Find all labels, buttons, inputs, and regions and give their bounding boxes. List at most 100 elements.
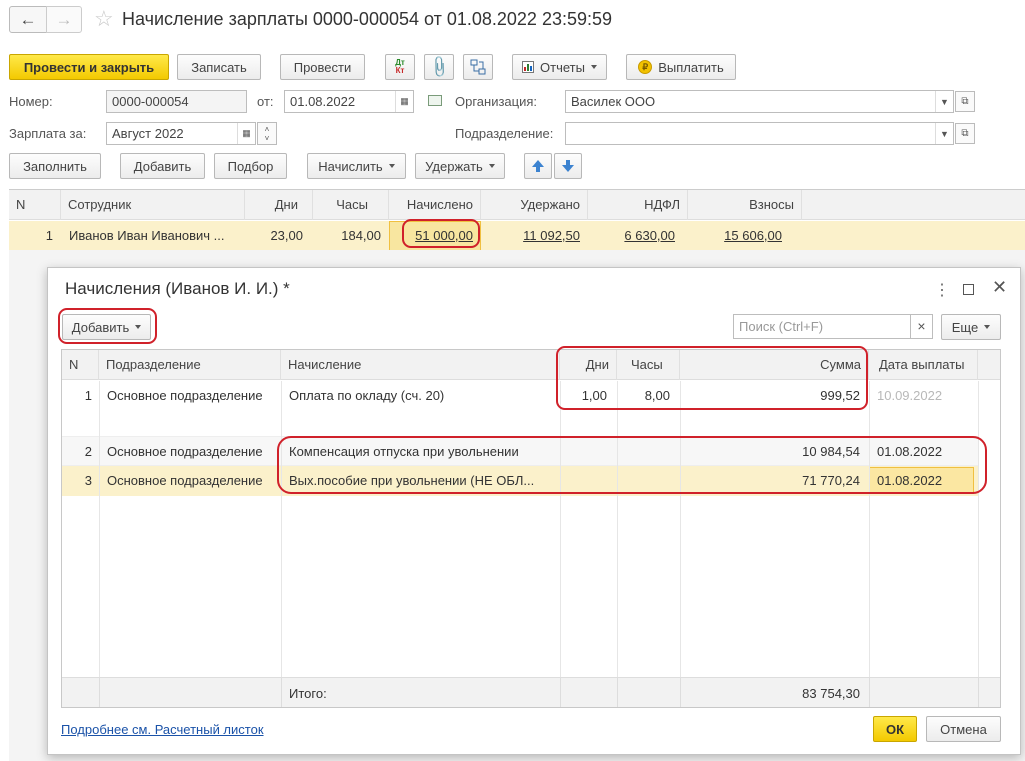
- date-from-label: от:: [257, 94, 274, 109]
- row-paydate: 01.08.2022: [877, 473, 943, 488]
- pick-button[interactable]: Подбор: [214, 153, 287, 179]
- col-days-header: Дни: [245, 190, 313, 220]
- period-stepper[interactable]: ˄ ˅: [257, 122, 277, 145]
- row-contrib-link[interactable]: 15 606,00: [688, 228, 782, 243]
- department-label: Подразделение:: [455, 126, 554, 141]
- ok-button[interactable]: ОК: [873, 716, 917, 742]
- dropdown-caret-icon: [488, 164, 495, 168]
- dropdown-caret-icon: [590, 65, 597, 69]
- stepper-up-icon[interactable]: ˄: [265, 125, 270, 134]
- dropdown-arrow-icon[interactable]: ▼: [935, 123, 953, 144]
- open-department-button[interactable]: ⧉: [955, 123, 975, 144]
- dt-kt-icon: Дт Кт: [395, 58, 405, 75]
- row-hours: 8,00: [644, 388, 670, 403]
- dropdown-caret-icon: [388, 164, 395, 168]
- number-field[interactable]: 0000-000054: [106, 90, 247, 113]
- row-n: 3: [84, 473, 92, 488]
- table-row[interactable]: 3 Основное подразделение Вых.пособие при…: [62, 466, 978, 496]
- structure-button[interactable]: [463, 54, 493, 80]
- open-organization-button[interactable]: ⧉: [955, 91, 975, 112]
- col-separator: [978, 678, 979, 707]
- calendar-icon[interactable]: ▦: [237, 123, 255, 144]
- post-button[interactable]: Провести: [280, 54, 365, 80]
- table-row[interactable]: 2 Основное подразделение Компенсация отп…: [62, 437, 978, 466]
- salary-period-field[interactable]: Август 2022 ▦: [106, 122, 256, 145]
- arrow-right-icon: →: [55, 9, 73, 29]
- pay-button[interactable]: ₽ Выплатить: [626, 54, 736, 80]
- row-accrued-link[interactable]: 51 000,00: [389, 228, 473, 243]
- row-sum: 10 984,54: [802, 444, 860, 459]
- move-down-button[interactable]: [554, 153, 582, 179]
- row-days: 23,00: [270, 228, 303, 243]
- row-department: Основное подразделение: [107, 473, 263, 488]
- col-separator: [680, 381, 681, 677]
- col-employee-header: Сотрудник: [61, 190, 245, 220]
- department-field[interactable]: ▼: [565, 122, 954, 145]
- accrue-button[interactable]: Начислить: [307, 153, 406, 179]
- salary-for-label: Зарплата за:: [9, 126, 87, 141]
- close-icon[interactable]: ✕: [992, 277, 1007, 298]
- row-employee: Иванов Иван Иванович ...: [69, 228, 225, 243]
- document-status-icon: [428, 95, 442, 106]
- col-sum-header: Сумма: [680, 350, 869, 380]
- employees-table: N Сотрудник Дни Часы Начислено Удержано …: [9, 189, 1025, 259]
- row-accrual: Компенсация отпуска при увольнении: [289, 444, 519, 459]
- dropdown-caret-icon: [135, 325, 142, 329]
- search-input[interactable]: Поиск (Ctrl+F): [733, 314, 911, 339]
- col-hours-header: Часы: [313, 190, 389, 220]
- table-header: N Сотрудник Дни Часы Начислено Удержано …: [9, 190, 1025, 220]
- maximize-icon[interactable]: [963, 284, 974, 295]
- back-button[interactable]: ←: [9, 6, 47, 33]
- withhold-button[interactable]: Удержать: [415, 153, 505, 179]
- search-clear-button[interactable]: ×: [910, 314, 933, 339]
- total-label: Итого:: [289, 686, 327, 701]
- arrow-up-icon: [532, 160, 544, 172]
- reports-button[interactable]: Отчеты: [512, 54, 607, 80]
- save-button[interactable]: Записать: [177, 54, 261, 80]
- organization-label: Организация:: [455, 94, 538, 109]
- dialog-title: Начисления (Иванов И. И.) *: [65, 279, 290, 298]
- post-and-close-button[interactable]: Провести и закрыть: [9, 54, 169, 80]
- row-department: Основное подразделение: [107, 444, 263, 459]
- dt-kt-button[interactable]: Дт Кт: [385, 54, 415, 80]
- add-button[interactable]: Добавить: [120, 153, 205, 179]
- row-ndfl-link[interactable]: 6 630,00: [588, 228, 675, 243]
- favorite-star-icon[interactable]: ☆: [94, 7, 114, 31]
- fill-button[interactable]: Заполнить: [9, 153, 101, 179]
- accruals-dialog: Начисления (Иванов И. И.) * ⋮ ✕ Добавить…: [47, 267, 1021, 755]
- organization-field[interactable]: Василек ООО ▼: [565, 90, 954, 113]
- row-accrual: Оплата по окладу (сч. 20): [289, 388, 445, 403]
- dialog-add-button[interactable]: Добавить: [62, 314, 151, 340]
- attach-button[interactable]: 📎: [424, 54, 454, 80]
- row-sum: 71 770,24: [802, 473, 860, 488]
- more-actions-icon[interactable]: ⋮: [934, 280, 950, 300]
- totals-row: Итого: 83 754,30: [62, 677, 1000, 707]
- arrow-left-icon: ←: [19, 9, 37, 29]
- dropdown-arrow-icon[interactable]: ▼: [935, 91, 953, 112]
- row-sum: 999,52: [820, 388, 860, 403]
- row-n: 2: [84, 444, 92, 459]
- number-label: Номер:: [9, 94, 53, 109]
- date-field[interactable]: 01.08.2022 ▦: [284, 90, 414, 113]
- table-row[interactable]: 1 Основное подразделение Оплата по оклад…: [62, 381, 978, 437]
- stepper-down-icon[interactable]: ˅: [265, 134, 270, 143]
- payslip-link[interactable]: Подробнее см. Расчетный листок: [61, 722, 264, 737]
- calendar-icon[interactable]: ▦: [395, 91, 413, 112]
- col-department-header: Подразделение: [99, 350, 281, 380]
- col-separator: [99, 381, 100, 677]
- row-days: 1,00: [581, 388, 607, 403]
- move-up-button[interactable]: [524, 153, 552, 179]
- col-paydate-header: Дата выплаты: [869, 350, 978, 380]
- row-n: 1: [45, 228, 53, 243]
- table-row[interactable]: 1 Иванов Иван Иванович ... 23,00 184,00 …: [9, 221, 1025, 251]
- forward-button[interactable]: →: [46, 6, 82, 33]
- col-ndfl-header: НДФЛ: [588, 190, 688, 220]
- cancel-button[interactable]: Отмена: [926, 716, 1001, 742]
- row-department: Основное подразделение: [107, 388, 263, 403]
- col-scroll-header: [978, 350, 1000, 380]
- more-button[interactable]: Еще: [941, 314, 1001, 340]
- arrow-down-icon: [562, 160, 574, 172]
- row-withheld-link[interactable]: 11 092,50: [481, 228, 580, 243]
- col-separator: [560, 678, 561, 707]
- col-hours-header: Часы: [617, 350, 680, 380]
